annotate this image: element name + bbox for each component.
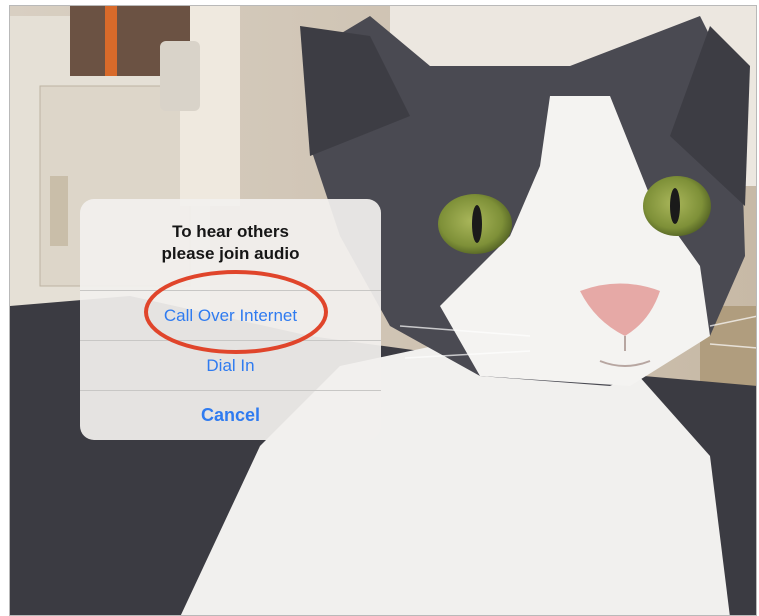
cancel-button[interactable]: Cancel bbox=[80, 390, 381, 440]
dial-in-button[interactable]: Dial In bbox=[80, 340, 381, 390]
dialog-title-line-2: please join audio bbox=[161, 244, 300, 263]
join-audio-dialog: To hear others please join audio Call Ov… bbox=[80, 199, 381, 440]
call-over-internet-button[interactable]: Call Over Internet bbox=[80, 290, 381, 340]
screenshot-frame: To hear others please join audio Call Ov… bbox=[9, 5, 757, 616]
dialog-title-line-1: To hear others bbox=[172, 222, 289, 241]
dialog-title: To hear others please join audio bbox=[80, 199, 381, 290]
